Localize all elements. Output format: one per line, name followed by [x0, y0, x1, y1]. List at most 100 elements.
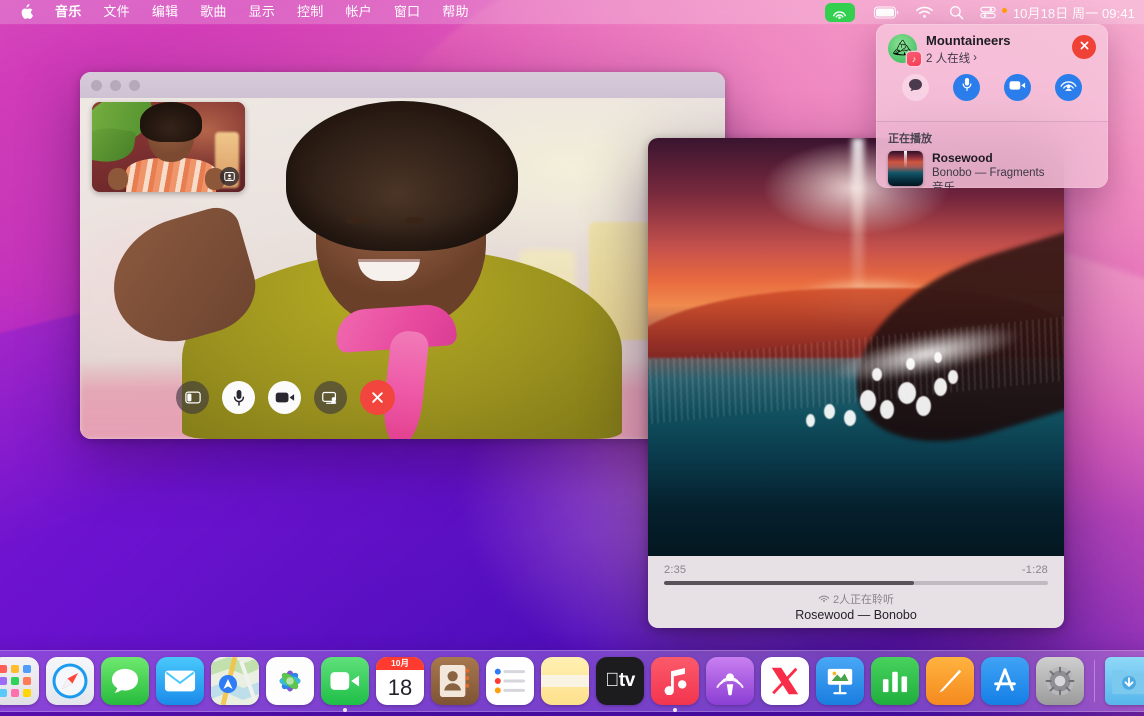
menu-bar-left: 音乐 文件 编辑 歌曲 显示 控制 帐户 窗口 帮助 — [0, 0, 480, 24]
dock-item-keynote[interactable] — [816, 657, 864, 705]
menu-item-account[interactable]: 帐户 — [334, 0, 382, 24]
maps-icon — [211, 657, 259, 705]
participant-eye-right — [404, 217, 424, 224]
menu-item-controls[interactable]: 控制 — [286, 0, 334, 24]
search-icon[interactable] — [941, 0, 972, 24]
close-button[interactable] — [1072, 35, 1096, 59]
pages-icon — [926, 657, 974, 705]
popover-top-section: 🏔 ♪ Mountaineers 2 人在线 › — [876, 24, 1108, 110]
shareplay-small-icon — [818, 593, 830, 606]
facetime-window[interactable] — [80, 72, 725, 439]
menu-item-music[interactable]: 音乐 — [44, 0, 92, 24]
now-playing-label: 正在播放 — [888, 130, 1096, 146]
dock-item-photos[interactable] — [266, 657, 314, 705]
safari-icon — [46, 657, 94, 705]
running-indicator — [343, 708, 347, 712]
mail-icon — [156, 657, 204, 705]
sidebar-toggle-button[interactable] — [176, 381, 209, 414]
pip-person-hair — [140, 102, 202, 142]
group-avatar[interactable]: 🏔 ♪ — [888, 34, 917, 63]
news-icon — [761, 657, 809, 705]
person-in-frame-icon[interactable] — [220, 167, 239, 186]
participants-row[interactable]: 2 人在线 › — [926, 50, 1072, 66]
battery-icon[interactable] — [866, 0, 908, 24]
zoom-button[interactable] — [129, 80, 140, 91]
wifi-icon[interactable] — [908, 0, 941, 24]
dock-item-news[interactable] — [761, 657, 809, 705]
dock-item-numbers[interactable] — [871, 657, 919, 705]
photos-icon — [266, 657, 314, 705]
dock-item-calendar[interactable]: 10月 18 — [376, 657, 424, 705]
dock-item-messages[interactable] — [101, 657, 149, 705]
window-traffic-lights — [91, 80, 140, 91]
song-title: Rosewood — [932, 151, 1045, 166]
dock-item-appletv[interactable]: tv — [596, 657, 644, 705]
dock-item-notes[interactable] — [541, 657, 589, 705]
dock-item-downloads[interactable] — [1105, 657, 1144, 705]
menu-item-edit[interactable]: 编辑 — [141, 0, 189, 24]
apple-logo-icon[interactable] — [8, 4, 44, 20]
facetime-title-bar[interactable] — [80, 72, 725, 98]
close-button[interactable] — [91, 80, 102, 91]
calendar-month: 10月 — [376, 657, 424, 670]
share-screen-button[interactable] — [314, 381, 347, 414]
microphone-icon — [961, 77, 973, 97]
control-center-icon[interactable] — [972, 0, 1004, 24]
artwork-bubble — [934, 378, 947, 396]
messages-icon — [101, 657, 149, 705]
dock-item-mail[interactable] — [156, 657, 204, 705]
menu-bar: 音乐 文件 编辑 歌曲 显示 控制 帐户 窗口 帮助 — [0, 0, 1144, 24]
self-view-tile[interactable] — [92, 102, 245, 192]
now-playing-metadata: Rosewood Bonobo — Fragments 音乐 — [932, 151, 1045, 188]
menu-item-help[interactable]: 帮助 — [431, 0, 479, 24]
participant-eye-left — [346, 217, 366, 224]
microphone-button[interactable] — [953, 74, 980, 101]
dock-item-reminders[interactable] — [486, 657, 534, 705]
dock-item-pages[interactable] — [926, 657, 974, 705]
menu-bar-status-area: 10月18日 周一 09:41 — [817, 0, 1144, 24]
music-now-playing-title: Rosewood — Bonobo — [664, 608, 1048, 622]
chevron-right-icon: › — [973, 52, 977, 64]
video-camera-button[interactable] — [268, 381, 301, 414]
dock-item-system-preferences[interactable] — [1036, 657, 1084, 705]
now-playing-row[interactable]: Rosewood Bonobo — Fragments 音乐 — [888, 151, 1096, 188]
popover-action-row — [888, 66, 1096, 101]
music-playback-bar: 2:35 -1:28 2人正在聆听 Rosewood — Bonobo — [648, 556, 1064, 628]
control-center-active-dot — [1002, 8, 1007, 13]
music-now-playing-artwork — [648, 138, 1064, 556]
shareplay-status-item[interactable] — [817, 0, 866, 24]
participants-count: 2 人在线 — [926, 50, 970, 66]
dock-item-launchpad[interactable] — [0, 657, 39, 705]
artwork-bubble — [824, 404, 835, 419]
shareplay-popover[interactable]: 🏔 ♪ Mountaineers 2 人在线 › — [876, 24, 1108, 188]
numbers-icon — [871, 657, 919, 705]
shareplay-button[interactable] — [1055, 74, 1082, 101]
dock-item-safari[interactable] — [46, 657, 94, 705]
menu-item-file[interactable]: 文件 — [92, 0, 140, 24]
menu-item-window[interactable]: 窗口 — [383, 0, 431, 24]
keynote-icon — [816, 657, 864, 705]
playback-scrubber[interactable] — [664, 581, 1048, 585]
menu-item-view[interactable]: 显示 — [238, 0, 286, 24]
dock-item-appstore[interactable] — [981, 657, 1029, 705]
music-note-icon: ♪ — [907, 52, 921, 66]
artwork-bubble — [898, 382, 916, 404]
album-artwork-thumbnail — [888, 151, 923, 186]
dock-item-music[interactable] — [651, 657, 699, 705]
reminders-icon — [486, 657, 534, 705]
menu-item-song[interactable]: 歌曲 — [189, 0, 237, 24]
appstore-icon — [981, 657, 1029, 705]
dock-item-facetime[interactable] — [321, 657, 369, 705]
video-button[interactable] — [1004, 74, 1031, 101]
messages-button[interactable] — [902, 74, 929, 101]
dock-item-maps[interactable] — [211, 657, 259, 705]
dock-item-contacts[interactable] — [431, 657, 479, 705]
music-window[interactable]: 2:35 -1:28 2人正在聆听 Rosewood — Bonobo — [648, 138, 1064, 628]
artwork-bubble — [948, 370, 958, 384]
end-call-button[interactable] — [360, 380, 395, 415]
minimize-button[interactable] — [110, 80, 121, 91]
artwork-bubble — [806, 414, 815, 427]
microphone-button[interactable] — [222, 381, 255, 414]
dock-item-podcasts[interactable] — [706, 657, 754, 705]
menu-bar-clock[interactable]: 10月18日 周一 09:41 — [1009, 3, 1135, 22]
